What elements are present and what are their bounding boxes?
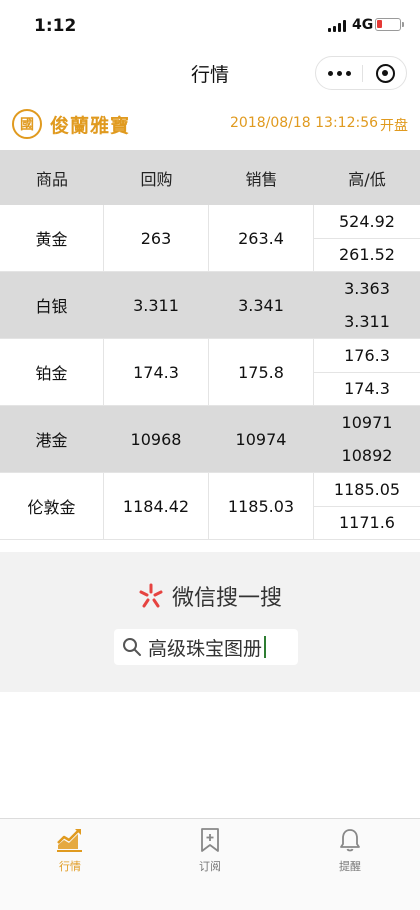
more-icon xyxy=(327,70,333,76)
bottom-tab-bar: 行情 订阅 提醒 xyxy=(0,818,420,910)
buyback-price: 263 xyxy=(104,205,209,271)
wechat-search-logo-icon xyxy=(139,583,163,608)
search-query: 高级珠宝图册 xyxy=(148,637,263,660)
tab-reminder[interactable]: 提醒 xyxy=(280,819,420,910)
low-price: 174.3 xyxy=(344,379,390,399)
header-product: 商品 xyxy=(35,169,68,189)
buyback-price: 3.311 xyxy=(104,272,209,338)
logo-seal-icon: 國 xyxy=(12,109,42,139)
search-icon xyxy=(123,638,141,656)
product-name: 伦敦金 xyxy=(0,473,104,539)
sell-price: 1185.03 xyxy=(209,473,314,539)
high-price: 10971 xyxy=(314,406,420,440)
sell-price: 10974 xyxy=(209,406,314,472)
low-price: 10892 xyxy=(341,446,393,466)
wechat-search-label: 微信搜一搜 xyxy=(171,586,282,611)
high-price: 3.363 xyxy=(314,272,420,306)
brand-logo: 國 俊蘭雅寶 xyxy=(12,109,130,139)
battery-icon xyxy=(375,18,404,31)
product-name: 黄金 xyxy=(0,205,104,271)
high-low-cell: 10971 10892 xyxy=(314,406,420,472)
signal-icon xyxy=(328,20,346,32)
low-price: 1171.6 xyxy=(339,513,395,533)
sell-price: 175.8 xyxy=(209,339,314,405)
market-status: 开盘 xyxy=(380,118,408,134)
buyback-price: 10968 xyxy=(104,406,209,472)
tab-label: 订阅 xyxy=(199,860,221,873)
chart-trend-icon xyxy=(57,829,82,852)
status-bar: 1:12 4G xyxy=(0,0,420,52)
header-buyback: 回购 xyxy=(140,169,173,189)
sell-price: 3.341 xyxy=(209,272,314,338)
text-cursor xyxy=(264,636,267,658)
buyback-price: 174.3 xyxy=(104,339,209,405)
high-low-cell: 3.363 3.311 xyxy=(314,272,420,338)
low-price: 3.311 xyxy=(344,312,390,332)
high-price: 1185.05 xyxy=(314,473,420,507)
table-row[interactable]: 伦敦金 1184.42 1185.03 1185.05 1171.6 xyxy=(0,473,420,540)
target-icon xyxy=(375,63,395,83)
status-time: 1:12 xyxy=(34,16,77,36)
close-mini-program-button[interactable] xyxy=(362,57,408,89)
header-sell: 销售 xyxy=(245,169,278,189)
tab-label: 行情 xyxy=(59,860,81,873)
table-row[interactable]: 黄金 263 263.4 524.92 261.52 xyxy=(0,205,420,272)
more-menu-button[interactable] xyxy=(316,57,362,89)
table-row[interactable]: 白银 3.311 3.341 3.363 3.311 xyxy=(0,272,420,339)
search-input[interactable]: 高级珠宝图册 xyxy=(114,629,298,665)
info-bar: 國 俊蘭雅寶 2018/08/18 13:12:56 开盘 xyxy=(0,100,420,148)
tab-market[interactable]: 行情 xyxy=(0,819,140,910)
quote-datetime: 2018/08/18 13:12:56 xyxy=(230,115,379,131)
bookmark-add-icon xyxy=(201,828,219,852)
tab-label: 提醒 xyxy=(339,860,361,873)
low-price: 261.52 xyxy=(339,245,395,265)
product-name: 白银 xyxy=(0,272,104,338)
high-low-cell: 1185.05 1171.6 xyxy=(314,473,420,539)
product-name: 铂金 xyxy=(0,339,104,405)
table-row[interactable]: 港金 10968 10974 10971 10892 xyxy=(0,406,420,473)
product-name: 港金 xyxy=(0,406,104,472)
high-price: 176.3 xyxy=(314,339,420,373)
high-price: 524.92 xyxy=(314,205,420,239)
brand-name: 俊蘭雅寶 xyxy=(50,114,131,137)
wechat-search-brand: 微信搜一搜 xyxy=(0,580,420,612)
high-low-cell: 524.92 261.52 xyxy=(314,205,420,271)
table-header: 商品 回购 销售 高/低 xyxy=(0,150,420,205)
price-table: 商品 回购 销售 高/低 黄金 263 263.4 524.92 261.52 … xyxy=(0,150,420,540)
network-type: 4G xyxy=(352,17,374,33)
high-low-cell: 176.3 174.3 xyxy=(314,339,420,405)
bell-icon xyxy=(340,829,360,852)
buyback-price: 1184.42 xyxy=(104,473,209,539)
table-row[interactable]: 铂金 174.3 175.8 176.3 174.3 xyxy=(0,339,420,406)
mini-program-capsule xyxy=(315,56,407,90)
header-high-low: 高/低 xyxy=(348,169,386,189)
wechat-search-panel: 微信搜一搜 高级珠宝图册 xyxy=(0,552,420,692)
nav-bar: 行情 xyxy=(0,52,420,96)
sell-price: 263.4 xyxy=(209,205,314,271)
tab-subscribe[interactable]: 订阅 xyxy=(140,819,280,910)
